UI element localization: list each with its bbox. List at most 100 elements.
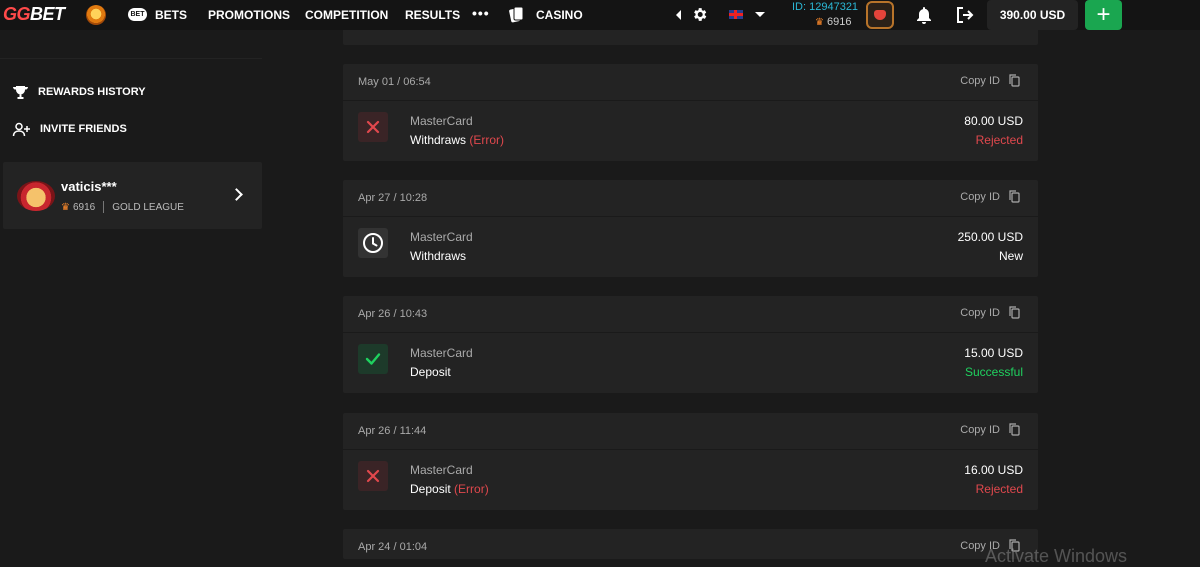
transaction-card-partial <box>343 30 1038 45</box>
transaction-card: Apr 24 / 01:04 Copy ID <box>343 529 1038 559</box>
profile-name: vaticis*** <box>61 179 117 194</box>
nav-results[interactable]: RESULTS <box>405 8 460 22</box>
sidebar-item-rewards-history[interactable]: REWARDS HISTORY <box>12 83 146 101</box>
logo-prefix: GG <box>3 4 31 24</box>
profile-points: 6916 <box>72 201 96 213</box>
close-icon <box>366 120 380 134</box>
transaction-header: Apr 24 / 01:04 Copy ID <box>343 529 1038 566</box>
transaction-date: Apr 26 / 10:43 <box>358 308 428 320</box>
transaction-status: New <box>998 249 1023 263</box>
transaction-header: Apr 27 / 10:28 Copy ID <box>343 180 1038 217</box>
copy-icon <box>1009 423 1020 436</box>
gear-icon[interactable] <box>691 6 708 23</box>
copy-id-button[interactable]: Copy ID <box>960 306 1020 319</box>
transaction-type: Deposit (Error) <box>410 482 489 496</box>
user-points-value: 6916 <box>826 16 852 28</box>
deposit-add-button[interactable]: + <box>1085 0 1122 30</box>
copy-id-label: Copy ID <box>960 306 1000 319</box>
pending-status-icon <box>358 228 388 258</box>
transaction-date: Apr 27 / 10:28 <box>358 192 428 204</box>
transaction-amount: 250.00 USD <box>957 230 1023 244</box>
trophy-icon <box>12 85 29 99</box>
logout-icon[interactable] <box>956 6 974 24</box>
chevron-down-icon[interactable] <box>755 12 765 17</box>
transaction-error-note: (Error) <box>469 133 505 147</box>
profile-card[interactable]: vaticis*** ♛ 6916 GOLD LEAGUE <box>3 162 262 229</box>
cards-icon <box>509 6 524 23</box>
sidebar-divider <box>0 58 262 59</box>
collapse-left-icon[interactable] <box>676 10 681 20</box>
transaction-type-label: Deposit <box>410 482 451 496</box>
top-bar: GGBET BET BETS PROMOTIONS COMPETITION RE… <box>0 0 1200 30</box>
copy-id-button[interactable]: Copy ID <box>960 190 1020 203</box>
add-user-icon <box>12 122 30 136</box>
promo-badge-icon[interactable] <box>86 5 106 25</box>
sidebar-item-invite-friends[interactable]: INVITE FRIENDS <box>12 120 127 138</box>
logo-suffix: BET <box>30 4 65 24</box>
divider <box>103 201 105 213</box>
copy-id-label: Copy ID <box>960 423 1000 436</box>
transaction-header: Apr 26 / 11:44 Copy ID <box>343 413 1038 450</box>
payment-method: MasterCard <box>410 463 473 477</box>
transaction-error-note: (Error) <box>454 482 489 496</box>
transaction-date: Apr 26 / 11:44 <box>358 425 427 437</box>
clock-icon <box>363 233 383 253</box>
crown-icon: ♛ <box>61 201 70 213</box>
profile-meta: ♛ 6916 GOLD LEAGUE <box>61 201 184 213</box>
transaction-status: Rejected <box>975 133 1023 147</box>
transaction-type: Withdraws (Error) <box>410 133 504 147</box>
transaction-status: Rejected <box>975 482 1023 496</box>
ggbet-logo[interactable]: GGBET <box>3 4 65 25</box>
transaction-date: Apr 24 / 01:04 <box>358 541 428 553</box>
balance-display[interactable]: 390.00 USD <box>987 0 1078 30</box>
nav-bets[interactable]: BETS <box>155 8 187 22</box>
copy-icon <box>1009 190 1020 203</box>
nav-promotions[interactable]: PROMOTIONS <box>208 8 290 22</box>
sidebar-item-label: INVITE FRIENDS <box>40 123 127 135</box>
user-points: ♛ 6916 <box>815 16 851 28</box>
transaction-amount: 15.00 USD <box>964 346 1023 360</box>
transaction-amount: 80.00 USD <box>964 114 1023 128</box>
user-id: ID: 12947321 <box>792 1 859 13</box>
transaction-body: MasterCard Withdraws 250.00 USD New <box>343 217 1038 277</box>
checkmark-icon <box>365 353 381 365</box>
payment-method: MasterCard <box>410 346 473 360</box>
transaction-header: May 01 / 06:54 Copy ID <box>343 64 1038 101</box>
transaction-type: Withdraws <box>410 249 467 263</box>
payment-method: MasterCard <box>410 114 473 128</box>
transaction-type: Deposit <box>410 365 451 379</box>
success-status-icon <box>358 344 388 374</box>
more-menu-button[interactable]: ••• <box>472 5 490 21</box>
nav-competition[interactable]: COMPETITION <box>305 8 388 22</box>
transaction-header: Apr 26 / 10:43 Copy ID <box>343 296 1038 333</box>
copy-icon <box>1009 306 1020 319</box>
chevron-right-icon[interactable] <box>230 188 243 201</box>
bet-pill-icon: BET <box>128 8 147 21</box>
crown-icon: ♛ <box>815 17 824 28</box>
rank-badge-icon[interactable] <box>866 1 894 29</box>
copy-id-button[interactable]: Copy ID <box>960 74 1020 87</box>
copy-id-label: Copy ID <box>960 74 1000 87</box>
transaction-amount: 16.00 USD <box>964 463 1023 477</box>
transaction-date: May 01 / 06:54 <box>358 76 431 88</box>
error-status-icon <box>358 461 388 491</box>
copy-id-button[interactable]: Copy ID <box>960 423 1020 436</box>
copy-icon <box>1009 74 1020 87</box>
bell-icon[interactable] <box>916 6 932 24</box>
sidebar-item-label: REWARDS HISTORY <box>38 86 146 98</box>
transaction-status: Successful <box>964 365 1023 379</box>
transaction-body: MasterCard Withdraws (Error) 80.00 USD R… <box>343 101 1038 161</box>
transaction-card: Apr 26 / 11:44 Copy ID MasterCard Deposi… <box>343 413 1038 510</box>
transaction-body: MasterCard Deposit 15.00 USD Successful <box>343 333 1038 393</box>
nav-casino[interactable]: CASINO <box>536 8 583 22</box>
error-status-icon <box>358 112 388 142</box>
copy-id-label: Copy ID <box>960 190 1000 203</box>
transaction-card: May 01 / 06:54 Copy ID MasterCard Withdr… <box>343 64 1038 161</box>
payment-method: MasterCard <box>410 230 473 244</box>
profile-league: GOLD LEAGUE <box>112 201 184 213</box>
close-icon <box>366 469 380 483</box>
transaction-type-label: Withdraws <box>410 133 467 147</box>
avatar <box>17 181 55 211</box>
os-watermark: Activate Windows <box>985 546 1128 566</box>
uk-flag-icon[interactable] <box>729 10 743 19</box>
